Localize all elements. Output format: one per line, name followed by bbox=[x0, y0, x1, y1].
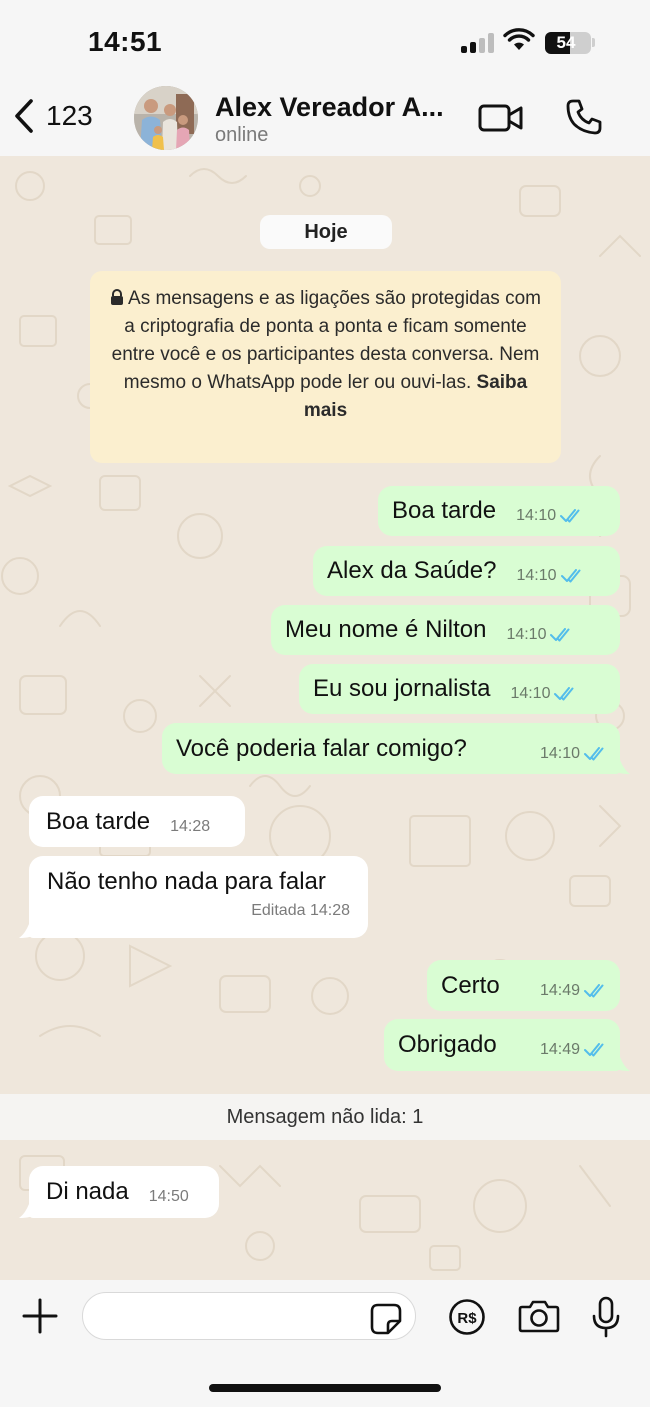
double-check-read-icon bbox=[560, 569, 581, 583]
payment-button[interactable]: R$ bbox=[448, 1298, 486, 1341]
message-text: Não tenho nada para falar bbox=[47, 868, 326, 895]
message-time: 14:50 bbox=[148, 1188, 189, 1205]
video-call-button[interactable] bbox=[478, 102, 524, 139]
cellular-signal-icon bbox=[461, 33, 495, 53]
message-time: 14:49 bbox=[539, 1041, 580, 1058]
battery-icon: 54 bbox=[545, 32, 591, 54]
voice-message-button[interactable] bbox=[591, 1296, 621, 1343]
battery-percentage: 54 bbox=[556, 33, 576, 52]
message-text: Você poderia falar comigo? bbox=[176, 734, 467, 762]
payment-icon: R$ bbox=[449, 1299, 485, 1335]
message-incoming[interactable]: Boa tarde 14:28 bbox=[29, 796, 245, 847]
message-outgoing[interactable]: Certo 14:49 bbox=[427, 960, 620, 1011]
bubble-tail bbox=[612, 1057, 630, 1071]
message-composer: R$ bbox=[0, 1280, 650, 1407]
wifi-icon bbox=[503, 28, 535, 50]
message-text: Eu sou jornalista bbox=[313, 675, 491, 702]
double-check-read-icon bbox=[584, 983, 604, 997]
message-time: 14:10 bbox=[516, 507, 557, 524]
message-time: 14:10 bbox=[506, 626, 547, 643]
contact-status: online bbox=[215, 124, 269, 146]
message-time: 14:10 bbox=[510, 685, 551, 702]
video-call-icon bbox=[478, 104, 523, 132]
message-time: 14:28 bbox=[170, 817, 211, 835]
svg-text:R$: R$ bbox=[457, 1310, 477, 1327]
back-button[interactable]: 123 bbox=[12, 94, 93, 138]
message-time: 14:28 bbox=[309, 902, 350, 919]
message-outgoing[interactable]: Boa tarde 14:10 bbox=[378, 486, 620, 536]
message-meta: 14:10 bbox=[510, 675, 576, 703]
message-incoming[interactable]: Di nada 14:50 bbox=[29, 1166, 219, 1218]
message-meta: 14:10 bbox=[506, 616, 572, 644]
sticker-icon bbox=[370, 1303, 402, 1335]
message-meta: 14:49 bbox=[540, 972, 606, 1000]
lock-icon bbox=[111, 289, 124, 305]
home-indicator[interactable] bbox=[209, 1384, 441, 1392]
message-meta: 14:49 bbox=[540, 1031, 606, 1059]
message-meta: 14:10 bbox=[516, 557, 582, 585]
contact-photo bbox=[134, 86, 198, 150]
message-meta: 14:10 bbox=[516, 497, 582, 525]
message-text: Alex da Saúde? bbox=[327, 557, 497, 584]
double-check-read-icon bbox=[554, 687, 574, 701]
double-check-read-icon bbox=[550, 628, 570, 642]
avatar[interactable] bbox=[134, 86, 198, 150]
bubble-tail bbox=[19, 924, 37, 938]
contact-name[interactable]: Alex Vereador A... bbox=[215, 92, 455, 123]
camera-button[interactable] bbox=[518, 1299, 560, 1338]
status-time: 14:51 bbox=[88, 26, 163, 57]
message-outgoing[interactable]: Obrigado 14:49 bbox=[384, 1019, 620, 1071]
message-outgoing[interactable]: Você poderia falar comigo? 14:10 bbox=[162, 723, 620, 774]
status-bar: 14:51 54 bbox=[0, 0, 650, 80]
battery-cap bbox=[592, 38, 595, 47]
chat-header: 123 Alex Vereador A... online bbox=[0, 80, 650, 156]
message-text: Obrigado bbox=[398, 1031, 497, 1058]
chat-area[interactable]: Hoje As mensagens e as ligações são prot… bbox=[0, 156, 650, 1280]
message-input[interactable] bbox=[82, 1292, 416, 1340]
chevron-left-icon bbox=[15, 99, 33, 133]
unread-messages-divider: Mensagem não lida: 1 bbox=[0, 1094, 650, 1140]
sticker-button[interactable] bbox=[370, 1303, 402, 1340]
message-time: 14:10 bbox=[516, 567, 557, 584]
message-meta: Editada 14:28 bbox=[47, 902, 350, 920]
double-check-read-icon bbox=[584, 746, 604, 760]
message-time: 14:10 bbox=[539, 744, 580, 762]
bubble-tail bbox=[19, 1204, 37, 1218]
camera-icon bbox=[518, 1300, 560, 1333]
double-check-read-icon bbox=[560, 509, 580, 523]
message-incoming[interactable]: Não tenho nada para falar Editada 14:28 bbox=[29, 856, 368, 938]
message-text: Certo bbox=[441, 971, 500, 999]
message-text: Boa tarde bbox=[392, 497, 497, 524]
message-outgoing[interactable]: Meu nome é Nilton 14:10 bbox=[271, 605, 620, 655]
date-divider: Hoje bbox=[260, 215, 392, 249]
message-outgoing[interactable]: Alex da Saúde? 14:10 bbox=[313, 546, 620, 596]
phone-icon bbox=[566, 99, 602, 135]
message-meta: 14:10 bbox=[540, 735, 606, 763]
attach-button[interactable] bbox=[22, 1298, 58, 1339]
plus-icon bbox=[22, 1298, 58, 1334]
voice-call-button[interactable] bbox=[565, 98, 603, 141]
message-time: 14:49 bbox=[539, 981, 580, 999]
message-outgoing[interactable]: Eu sou jornalista 14:10 bbox=[299, 664, 620, 714]
message-text: Di nada bbox=[46, 1178, 129, 1205]
edited-label: Editada bbox=[251, 902, 306, 919]
message-text: Boa tarde bbox=[46, 807, 151, 835]
bubble-tail bbox=[612, 760, 630, 774]
unread-chats-count: 123 bbox=[46, 100, 93, 131]
microphone-icon bbox=[592, 1296, 620, 1338]
encryption-notice[interactable]: As mensagens e as ligações são protegida… bbox=[90, 271, 561, 463]
message-text: Meu nome é Nilton bbox=[285, 616, 487, 643]
double-check-read-icon bbox=[584, 1043, 604, 1057]
